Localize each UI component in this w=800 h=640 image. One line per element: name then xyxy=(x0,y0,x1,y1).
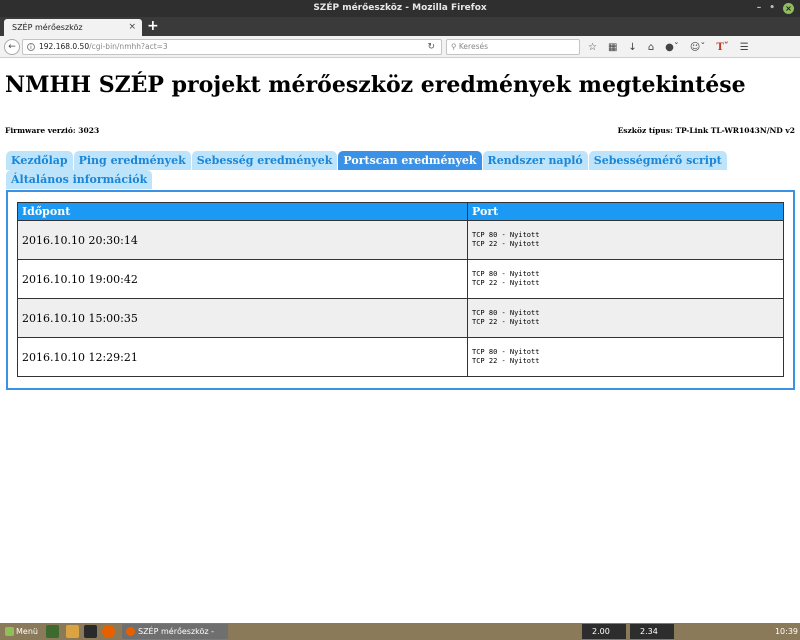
row-ports: TCP 80 - Nyitott TCP 22 - Nyitott xyxy=(467,259,784,299)
files-launcher-icon[interactable] xyxy=(66,625,79,638)
terminal-launcher-icon[interactable] xyxy=(46,625,59,638)
url-bar[interactable]: i 192.168.0.50/cgi-bin/nmhh?act=3 ↻ xyxy=(22,39,442,55)
search-input[interactable]: ⚲ Keresés xyxy=(446,39,580,55)
reload-icon[interactable]: ↻ xyxy=(427,40,435,54)
start-menu-button[interactable]: Menü xyxy=(2,624,42,639)
bookmark-star-icon[interactable]: ☆ xyxy=(588,42,597,53)
tab-kezdolap[interactable]: Kezdőlap xyxy=(6,151,73,170)
back-button[interactable]: ← xyxy=(4,39,20,55)
tab-ping[interactable]: Ping eredmények xyxy=(73,151,191,170)
row-ports: TCP 80 - Nyitott TCP 22 - Nyitott xyxy=(467,337,784,377)
port-entry: TCP 22 - Nyitott xyxy=(472,279,540,287)
window-titlebar: SZÉP mérőeszköz - Mozilla Firefox – • × xyxy=(0,0,800,17)
maximize-icon[interactable]: • xyxy=(769,0,775,17)
download-icon[interactable]: ↓ xyxy=(628,42,636,53)
table-header-row: Időpont Port xyxy=(17,202,784,221)
url-host: 192.168.0.50 xyxy=(39,42,90,51)
os-taskbar: Menü SZÉP mérőeszköz - M... 2.00 GHz 2.3… xyxy=(0,623,800,640)
url-path: /cgi-bin/nmhh?act=3 xyxy=(89,42,168,51)
page-content: NMHH SZÉP projekt mérőeszköz eredmények … xyxy=(0,59,800,623)
portscan-table: Időpont Port 2016.10.10 20:30:14 TCP 80 … xyxy=(17,202,784,377)
firefox-launcher-icon[interactable] xyxy=(102,625,115,638)
table-row: 2016.10.10 19:00:42 TCP 80 - Nyitott TCP … xyxy=(17,259,784,299)
close-icon[interactable]: × xyxy=(783,3,794,14)
library-icon[interactable]: ▦ xyxy=(608,42,617,53)
home-icon[interactable]: ⌂ xyxy=(648,42,654,53)
tab-altalanos-informaciok[interactable]: Általános információk xyxy=(6,170,153,189)
minimize-icon[interactable]: – xyxy=(757,0,762,17)
tab-portscan[interactable]: Portscan eredmények xyxy=(338,151,482,170)
page-title: NMHH SZÉP projekt mérőeszköz eredmények … xyxy=(5,72,746,98)
window-title: SZÉP mérőeszköz - Mozilla Firefox xyxy=(313,3,487,13)
browser-toolbar: ← i 192.168.0.50/cgi-bin/nmhh?act=3 ↻ ⚲ K… xyxy=(0,36,800,58)
row-time: 2016.10.10 15:00:35 xyxy=(17,298,468,338)
port-entry: TCP 80 - Nyitott xyxy=(472,231,540,239)
search-placeholder: Keresés xyxy=(458,42,489,51)
clock[interactable]: 10:39 xyxy=(740,624,798,639)
new-tab-button[interactable]: + xyxy=(147,17,159,36)
hamburger-menu-icon[interactable]: ☰ xyxy=(740,42,749,53)
device-type: Eszköz típus: TP-Link TL-WR1043N/ND v2 xyxy=(617,126,795,135)
row-time: 2016.10.10 12:29:21 xyxy=(17,337,468,377)
addon-icon[interactable]: ☺ˇ xyxy=(690,42,705,53)
taskbar-firefox-window[interactable]: SZÉP mérőeszköz - M... xyxy=(122,624,228,639)
port-entry: TCP 22 - Nyitott xyxy=(472,240,540,248)
tab-rendszer-naplo[interactable]: Rendszer napló xyxy=(482,151,588,170)
browser-tabstrip: SZÉP mérőeszköz × + xyxy=(0,17,800,36)
column-header-port: Port xyxy=(467,202,784,221)
port-entry: TCP 80 - Nyitott xyxy=(472,270,540,278)
port-entry: TCP 22 - Nyitott xyxy=(472,318,540,326)
firmware-version: Firmware verzió: 3023 xyxy=(5,126,100,135)
cpu-freq-1: 2.00 GHz xyxy=(582,624,626,639)
nav-tabs-row-2: Általános információk xyxy=(6,170,796,189)
table-row: 2016.10.10 15:00:35 TCP 80 - Nyitott TCP … xyxy=(17,298,784,338)
row-time: 2016.10.10 19:00:42 xyxy=(17,259,468,299)
port-entry: TCP 80 - Nyitott xyxy=(472,348,540,356)
port-entry: TCP 22 - Nyitott xyxy=(472,357,540,365)
window-controls: – • × xyxy=(757,0,794,17)
cpu-freq-2: 2.34 GHz xyxy=(630,624,674,639)
port-entry: TCP 80 - Nyitott xyxy=(472,309,540,317)
info-icon[interactable]: i xyxy=(27,43,35,51)
row-ports: TCP 80 - Nyitott TCP 22 - Nyitott xyxy=(467,298,784,338)
toolbar-icons: ☆ ▦ ↓ ⌂ ●ˇ ☺ˇ Tˇ ☰ xyxy=(588,39,749,55)
tab-sebesseg[interactable]: Sebesség eredmények xyxy=(191,151,338,170)
column-header-time: Időpont xyxy=(17,202,468,221)
table-row: 2016.10.10 20:30:14 TCP 80 - Nyitott TCP … xyxy=(17,220,784,260)
row-time: 2016.10.10 20:30:14 xyxy=(17,220,468,260)
translate-icon[interactable]: Tˇ xyxy=(716,42,728,53)
results-panel: Időpont Port 2016.10.10 20:30:14 TCP 80 … xyxy=(6,190,795,390)
browser-tab[interactable]: SZÉP mérőeszköz × xyxy=(4,19,142,36)
tab-sebessegmero-script[interactable]: Sebességmérő script xyxy=(588,151,727,170)
row-ports: TCP 80 - Nyitott TCP 22 - Nyitott xyxy=(467,220,784,260)
table-row: 2016.10.10 12:29:21 TCP 80 - Nyitott TCP … xyxy=(17,337,784,377)
browser-tab-title: SZÉP mérőeszköz xyxy=(12,23,83,32)
extension-icon[interactable]: ●ˇ xyxy=(665,42,679,53)
search-icon: ⚲ xyxy=(451,42,457,51)
tab-close-icon[interactable]: × xyxy=(128,19,136,36)
console-launcher-icon[interactable] xyxy=(84,625,97,638)
nav-tabs: Kezdőlap Ping eredmények Sebesség eredmény… xyxy=(6,151,796,189)
